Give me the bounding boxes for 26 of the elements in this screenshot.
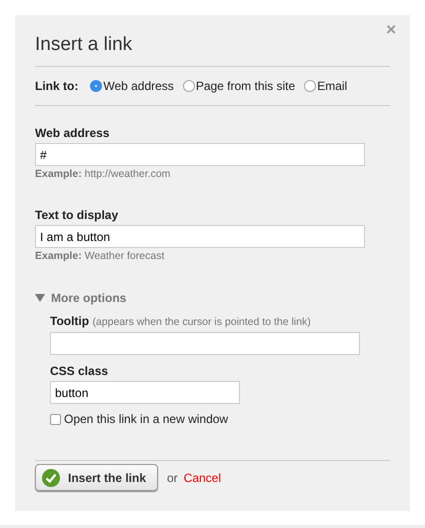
field-label: CSS class [50,364,110,378]
checkbox-label[interactable]: Open this link in a new window [64,412,228,426]
field-label: Text to display [35,208,120,222]
radio-label[interactable]: Web address [103,79,174,93]
radio-button[interactable] [304,80,316,92]
input-field[interactable] [50,332,360,355]
input-field[interactable]: button [50,381,240,404]
radio-button[interactable] [182,80,195,92]
input-field[interactable]: I am a button [35,225,365,248]
insert-button[interactable]: Insert the link [35,464,158,491]
dialog-title: Insert a link [35,33,134,57]
link-to-label: Link to: [35,79,78,93]
example-text: Example: http://weather.com [35,168,172,180]
more-options-toggle[interactable]: More options [35,291,126,305]
radio-label[interactable]: Page from this site [196,79,296,93]
example-text: Example: Weather forecast [35,250,166,262]
or-text: or [167,470,178,484]
checkbox[interactable] [50,414,61,424]
triangle-icon [35,294,45,302]
cancel-link[interactable]: Cancel [184,470,222,484]
radio-button[interactable] [90,80,102,92]
input-field[interactable]: # [35,143,365,166]
field-label: Tooltip (appears when the cursor is pointed to the link) [50,314,312,329]
checkmark-icon [42,468,60,486]
radio-label[interactable]: Email [317,79,348,93]
field-label: Web address [35,126,110,140]
